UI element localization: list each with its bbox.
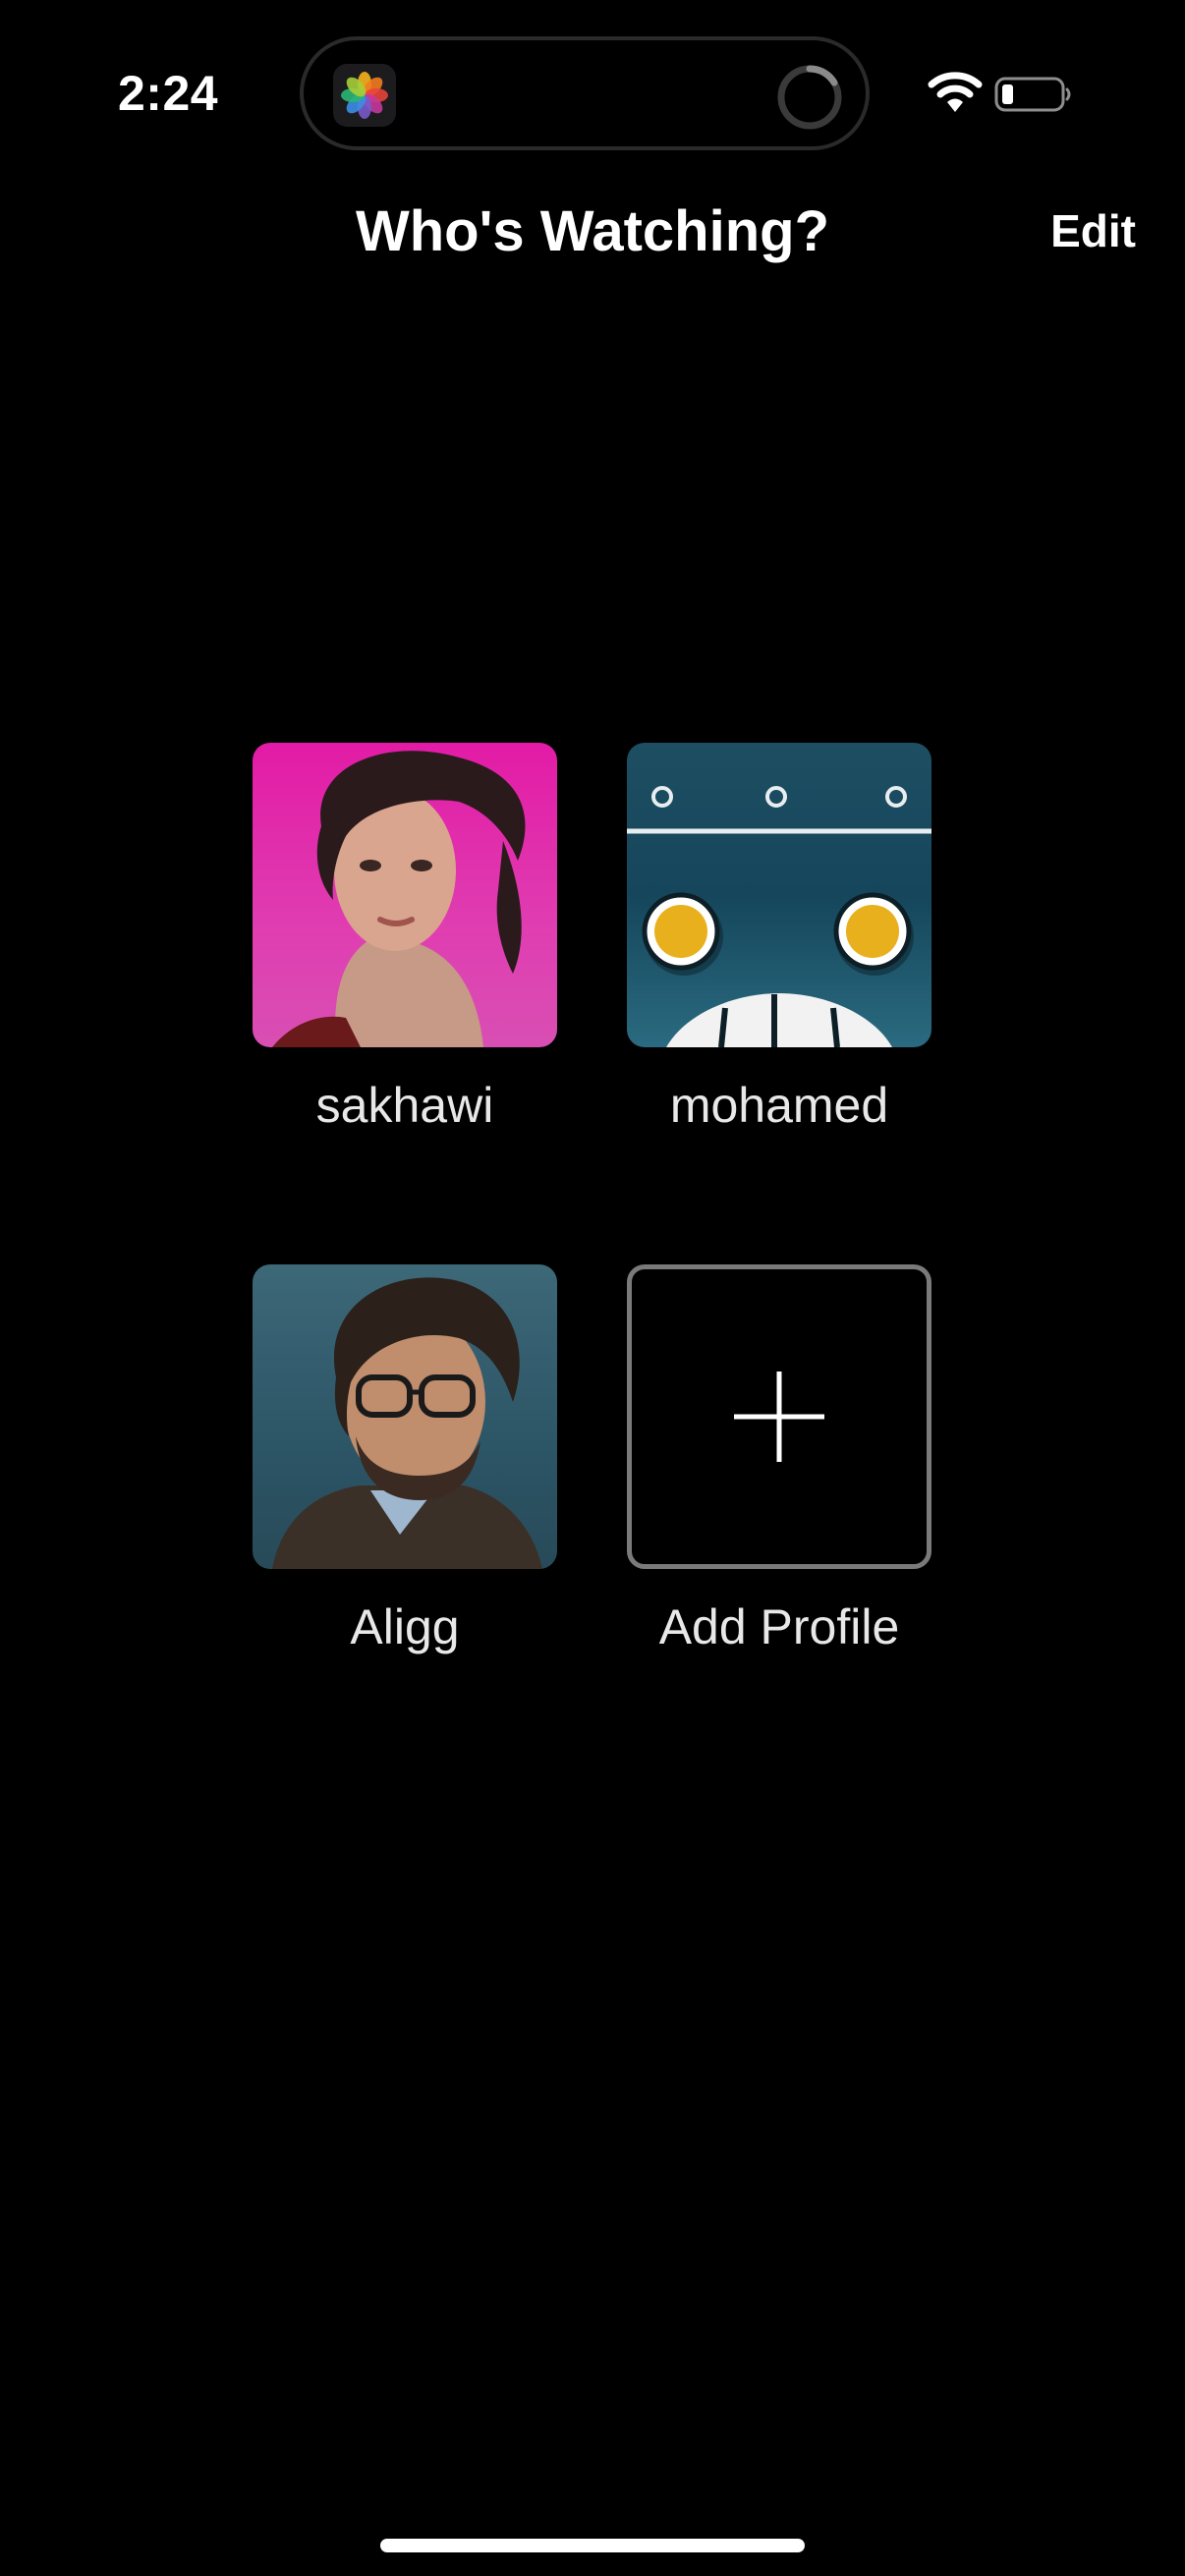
wifi-icon — [928, 72, 983, 112]
add-profile-button[interactable]: Add Profile — [627, 1264, 931, 1655]
profile-name: sakhawi — [315, 1078, 494, 1133]
profile-mohamed[interactable]: mohamed — [627, 743, 931, 1134]
plus-icon — [734, 1372, 824, 1462]
profile-aligg[interactable]: Aligg — [253, 1264, 557, 1655]
status-time: 2:24 — [118, 66, 219, 121]
profile-avatar[interactable] — [253, 1264, 557, 1569]
profile-name: mohamed — [669, 1078, 889, 1133]
profile-avatar[interactable] — [627, 743, 931, 1047]
profile-sakhawi[interactable]: sakhawi — [253, 743, 557, 1134]
loading-spinner-icon — [777, 65, 842, 130]
add-profile-box[interactable] — [627, 1264, 931, 1569]
add-profile-label: Add Profile — [658, 1599, 900, 1654]
profile-name: Aligg — [350, 1599, 460, 1654]
profile-avatar[interactable] — [253, 743, 557, 1047]
page-title: Who's Watching? — [355, 199, 829, 263]
home-indicator[interactable] — [380, 2539, 805, 2552]
photos-app-icon[interactable] — [333, 64, 396, 127]
battery-low-icon — [994, 77, 1071, 112]
dynamic-island[interactable] — [300, 36, 870, 150]
edit-button[interactable]: Edit — [1050, 204, 1136, 257]
